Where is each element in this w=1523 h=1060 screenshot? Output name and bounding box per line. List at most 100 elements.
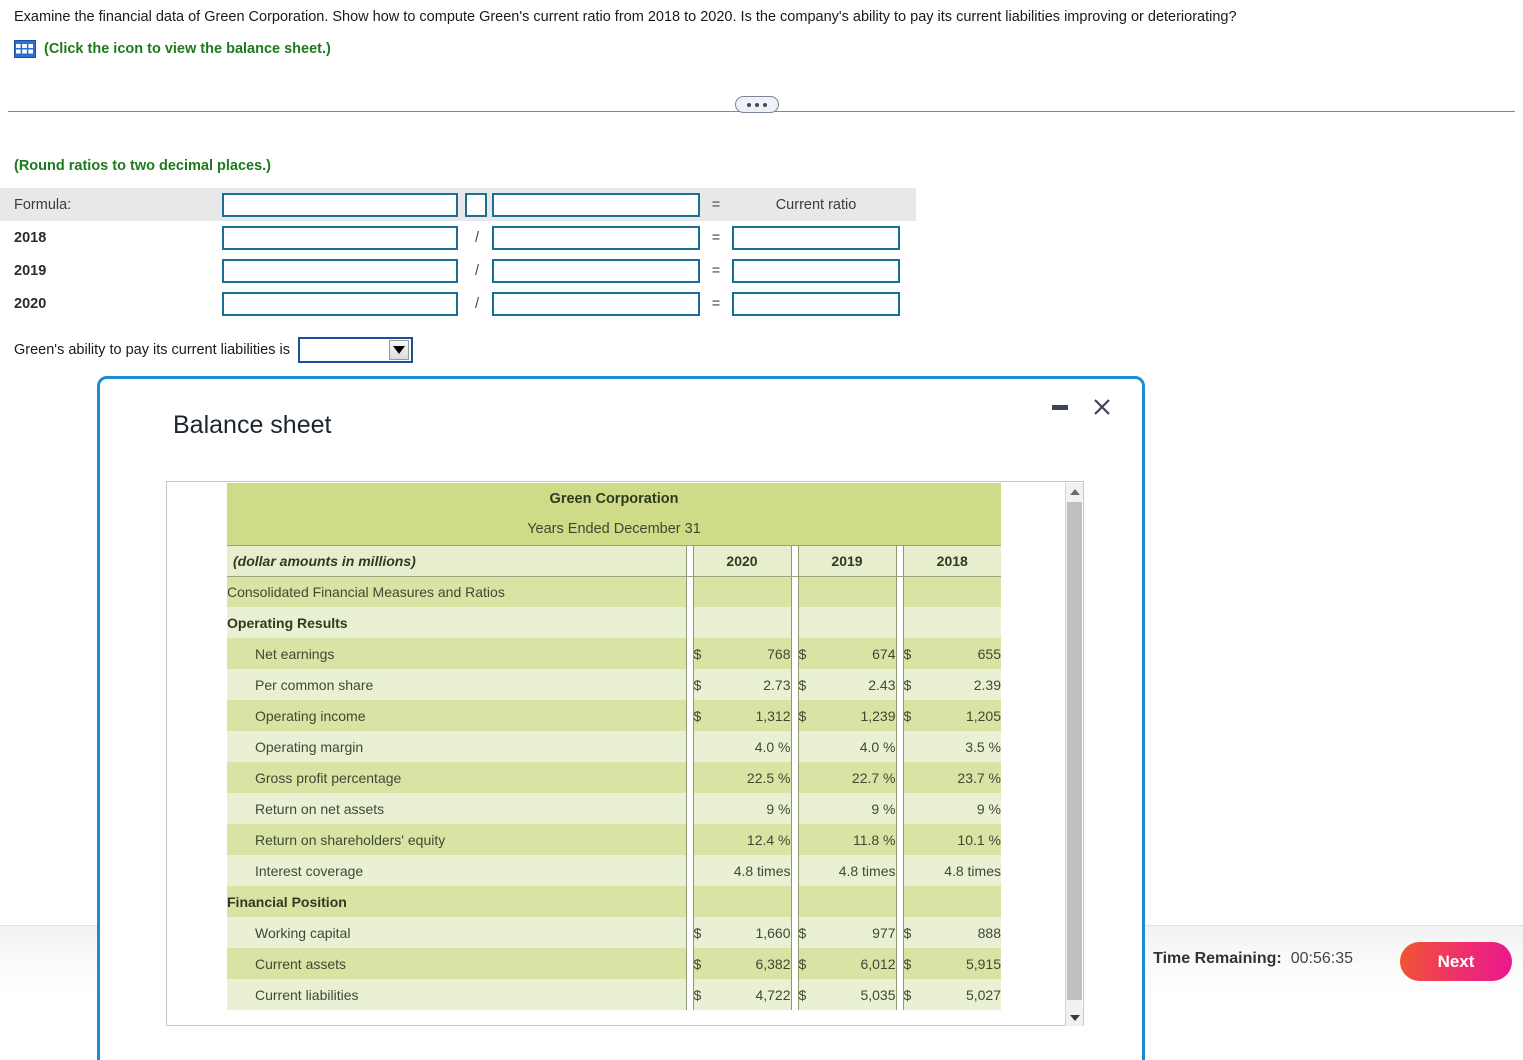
cell-value: 4.8 times (693, 855, 791, 886)
formula-operator-input[interactable] (465, 193, 487, 217)
dialog-body: Balance sheet Green Corporation (100, 379, 1142, 1060)
column-separator (896, 824, 903, 855)
cell-value: 4.0 % (693, 731, 791, 762)
column-separator (896, 948, 903, 979)
year-label-2018: 2018 (14, 230, 46, 246)
numerator-input-2020[interactable] (222, 292, 458, 316)
cell-value (903, 886, 1001, 917)
currency-symbol: $ (693, 948, 713, 979)
cell-value: 22.7 % (798, 762, 896, 793)
table-row: Net earnings$768$674$655 (227, 638, 1001, 669)
cell-value: 4.8 times (798, 855, 896, 886)
row-label: Gross profit percentage (227, 762, 686, 793)
cell-value: 5,035 (818, 979, 896, 1010)
table-row: Return on shareholders' equity12.4 %11.8… (227, 824, 1001, 855)
numerator-input-2018[interactable] (222, 226, 458, 250)
column-separator (791, 824, 798, 855)
year-label-2020: 2020 (14, 296, 46, 312)
table-header-row: (dollar amounts in millions) 2020 2019 2… (227, 545, 1001, 576)
table-row: Consolidated Financial Measures and Rati… (227, 576, 1001, 607)
row-label: Interest coverage (227, 855, 686, 886)
balance-sheet-frame: Green Corporation Years Ended December 3… (166, 481, 1084, 1026)
column-separator (686, 948, 693, 979)
cell-value (693, 886, 791, 917)
next-button[interactable]: Next (1400, 942, 1512, 981)
cell-value (903, 576, 1001, 607)
year-row-2019: 2019 / = (0, 254, 916, 287)
scroll-down-arrow-icon[interactable] (1066, 1009, 1083, 1026)
column-header-2019: 2019 (798, 545, 896, 576)
conclusion-dropdown[interactable] (298, 337, 413, 363)
column-separator (686, 576, 693, 607)
currency-symbol: $ (693, 979, 713, 1010)
table-row: Operating margin4.0 %4.0 %3.5 % (227, 731, 1001, 762)
column-separator (686, 731, 693, 762)
cell-value: 9 % (693, 793, 791, 824)
cell-value: 655 (923, 638, 1001, 669)
formula-denominator-input[interactable] (492, 193, 700, 217)
balance-sheet-icon-caption[interactable]: (Click the icon to view the balance shee… (44, 41, 331, 57)
table-row: Operating income$1,312$1,239$1,205 (227, 700, 1001, 731)
currency-symbol: $ (798, 669, 818, 700)
balance-sheet-icon-link[interactable]: (Click the icon to view the balance shee… (14, 40, 331, 58)
formula-numerator-input[interactable] (222, 193, 458, 217)
column-separator (896, 855, 903, 886)
row-label: Consolidated Financial Measures and Rati… (227, 576, 686, 607)
minimize-icon[interactable] (1048, 395, 1072, 419)
column-separator (791, 669, 798, 700)
table-row: Gross profit percentage22.5 %22.7 %23.7 … (227, 762, 1001, 793)
result-input-2020[interactable] (732, 292, 900, 316)
balance-sheet-scroll-area: Green Corporation Years Ended December 3… (167, 482, 1067, 1025)
row-label: Per common share (227, 669, 686, 700)
denominator-input-2019[interactable] (492, 259, 700, 283)
numerator-input-2019[interactable] (222, 259, 458, 283)
close-icon[interactable] (1090, 395, 1114, 419)
cell-value: 6,382 (713, 948, 791, 979)
column-separator (791, 576, 798, 607)
column-separator (896, 545, 903, 576)
dialog-window-controls (1048, 395, 1114, 419)
cell-value: 11.8 % (798, 824, 896, 855)
cell-value: 1,660 (713, 917, 791, 948)
ellipsis-expander-icon[interactable] (735, 96, 779, 113)
cell-value (798, 886, 896, 917)
cell-value: 1,205 (923, 700, 1001, 731)
scrollbar-thumb[interactable] (1067, 502, 1082, 1000)
row-label: Current liabilities (227, 979, 686, 1010)
row-label: Current assets (227, 948, 686, 979)
cell-value: 4,722 (713, 979, 791, 1010)
column-header-2018: 2018 (903, 545, 1001, 576)
result-input-2019[interactable] (732, 259, 900, 283)
row-label: Net earnings (227, 638, 686, 669)
chevron-down-icon[interactable] (389, 340, 409, 360)
cell-value: 9 % (903, 793, 1001, 824)
spreadsheet-grid-icon[interactable] (14, 40, 36, 58)
currency-symbol: $ (798, 917, 818, 948)
currency-symbol: $ (903, 638, 923, 669)
year-row-2018: 2018 / = (0, 221, 916, 254)
cell-value: 23.7 % (903, 762, 1001, 793)
column-separator (686, 700, 693, 731)
cell-value: 9 % (798, 793, 896, 824)
formula-row: Formula: = Current ratio (0, 188, 916, 221)
denominator-input-2020[interactable] (492, 292, 700, 316)
cell-value (798, 607, 896, 638)
column-separator (686, 824, 693, 855)
currency-symbol: $ (798, 948, 818, 979)
currency-symbol: $ (903, 917, 923, 948)
column-separator (791, 979, 798, 1010)
column-separator (791, 948, 798, 979)
column-separator (896, 638, 903, 669)
result-input-2018[interactable] (732, 226, 900, 250)
scroll-up-arrow-icon[interactable] (1066, 483, 1083, 500)
cell-value: 3.5 % (903, 731, 1001, 762)
column-separator (791, 700, 798, 731)
cell-value: 768 (713, 638, 791, 669)
denominator-input-2018[interactable] (492, 226, 700, 250)
currency-symbol: $ (798, 638, 818, 669)
question-prompt: Examine the financial data of Green Corp… (14, 8, 1434, 27)
cell-value: 4.0 % (798, 731, 896, 762)
balance-sheet-table: Green Corporation Years Ended December 3… (227, 483, 1001, 1010)
vertical-scrollbar[interactable] (1065, 483, 1082, 1026)
column-separator (686, 886, 693, 917)
